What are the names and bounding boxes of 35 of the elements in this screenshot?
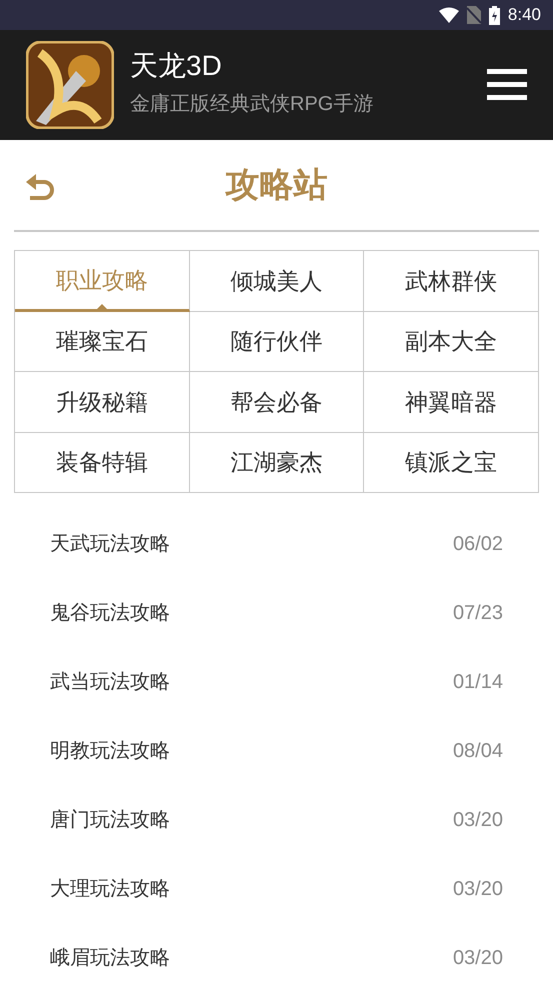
category-tab[interactable]: 武林群侠 bbox=[364, 251, 539, 312]
article-link[interactable]: 武当玩法攻略 bbox=[50, 666, 170, 696]
app-subtitle: 金庸正版经典武侠RPG手游 bbox=[130, 92, 374, 118]
article-link[interactable]: 鬼谷玩法攻略 bbox=[50, 598, 170, 628]
article-date: 03/20 bbox=[452, 876, 503, 902]
article-date: 03/20 bbox=[452, 946, 503, 970]
battery-icon bbox=[488, 6, 500, 24]
article-date: 03/20 bbox=[452, 808, 503, 832]
menu-icon[interactable] bbox=[487, 69, 527, 101]
logo-icon[interactable] bbox=[26, 41, 114, 129]
back-button[interactable] bbox=[26, 174, 56, 202]
category-tab[interactable]: 升级秘籍 bbox=[15, 372, 190, 432]
category-tab[interactable]: 神翼暗器 bbox=[364, 372, 539, 432]
app-title: 天龙3D bbox=[130, 50, 223, 82]
article-link[interactable]: 明教玩法攻略 bbox=[50, 736, 170, 766]
no-sim-icon bbox=[466, 6, 481, 24]
page-title: 攻略站 bbox=[226, 164, 328, 206]
category-tab[interactable]: 江湖豪杰 bbox=[190, 432, 364, 493]
article-date: 08/04 bbox=[452, 738, 503, 764]
article-link[interactable]: 唐门玩法攻略 bbox=[50, 804, 170, 834]
article-link[interactable]: 天武玩法攻略 bbox=[50, 528, 170, 558]
article-link[interactable]: 大理玩法攻略 bbox=[50, 874, 170, 904]
category-tab[interactable]: 随行伙伴 bbox=[190, 312, 364, 372]
article-date: 06/02 bbox=[452, 532, 503, 556]
status-time: 8:40 bbox=[508, 4, 541, 26]
article-date: 01/14 bbox=[452, 670, 503, 694]
category-tab[interactable]: 璀璨宝石 bbox=[15, 312, 190, 372]
article-link[interactable]: 峨眉玩法攻略 bbox=[50, 942, 170, 972]
article-date: 07/23 bbox=[452, 600, 503, 626]
category-tab[interactable]: 镇派之宝 bbox=[364, 432, 539, 493]
category-tab[interactable]: 帮会必备 bbox=[190, 372, 364, 432]
category-tab[interactable]: 装备特辑 bbox=[15, 432, 190, 493]
wifi-icon bbox=[438, 7, 459, 23]
category-tab[interactable]: 副本大全 bbox=[364, 312, 539, 372]
category-tab[interactable]: 倾城美人 bbox=[190, 251, 364, 312]
